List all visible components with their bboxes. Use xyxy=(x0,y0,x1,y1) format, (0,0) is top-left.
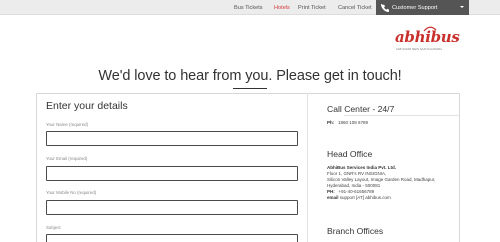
nav-bus-tickets[interactable]: Bus Tickets xyxy=(234,5,263,11)
chevron-down-icon xyxy=(460,6,464,8)
email-field[interactable] xyxy=(46,166,298,181)
page-headline: We'd love to hear from you. Please get i… xyxy=(98,68,402,84)
phone-label: Ph: xyxy=(327,120,335,125)
logo-wordmark: abhibus xyxy=(395,28,460,46)
subject-field[interactable] xyxy=(46,234,298,242)
call-center-phone: Ph: 1860 108 6789 xyxy=(327,120,368,126)
logo-tagline: AAB SAFAR MEIN SAATHI HAMARA xyxy=(396,48,443,51)
subject-field-label: Subject xyxy=(46,225,61,230)
nav-print-ticket[interactable]: Print Ticket xyxy=(298,5,326,11)
call-center-number: 1860 108 6789 xyxy=(338,120,369,125)
address-line: Floor 1, GNR's RV INSIGNIA, xyxy=(327,171,387,176)
head-office-phone: PH: +91-40-61656789 xyxy=(327,189,374,195)
ph-label: PH: xyxy=(327,189,335,194)
headline-underline xyxy=(233,88,267,89)
email-label: email xyxy=(327,195,339,200)
customer-support-dropdown[interactable]: Customer Support xyxy=(376,0,469,15)
head-office-email: email support [AT] abhibus.com xyxy=(327,195,391,201)
email-value[interactable]: support [AT] abhibus.com xyxy=(340,195,391,200)
email-field-label: Your Email (required) xyxy=(46,156,88,161)
customer-support-label: Customer Support xyxy=(392,4,438,11)
address-line: Silicon Valley Layout, Image Garden Road… xyxy=(327,177,436,182)
abhibus-logo[interactable]: abhibus AAB SAFAR MEIN SAATHI HAMARA xyxy=(395,22,460,54)
name-field-label: Your Name (required) xyxy=(46,122,89,127)
mobile-field-label: Your Mobile No (required) xyxy=(46,190,97,195)
phone-icon xyxy=(381,3,389,12)
company-name: AbhiBus Services India Pvt. Ltd. xyxy=(327,165,397,170)
form-title: Enter your details xyxy=(46,100,128,112)
branch-offices-heading: Branch Offices xyxy=(327,226,384,236)
name-field[interactable] xyxy=(46,131,298,146)
call-center-heading: Call Center - 24/7 xyxy=(327,104,395,114)
call-center-divider xyxy=(344,115,460,116)
address-line: Hyderabad, India - 500081 xyxy=(327,183,381,188)
main-nav: Bus Tickets Hotels Print Ticket Cancel T… xyxy=(0,0,376,15)
nav-cancel-ticket[interactable]: Cancel Ticket xyxy=(338,5,372,11)
head-office-heading: Head Office xyxy=(327,149,373,159)
head-office-phone-number: +91-40-61656789 xyxy=(338,189,375,194)
panel-divider xyxy=(307,93,308,242)
nav-hotels[interactable]: Hotels xyxy=(274,5,290,11)
mobile-field[interactable] xyxy=(46,200,298,215)
